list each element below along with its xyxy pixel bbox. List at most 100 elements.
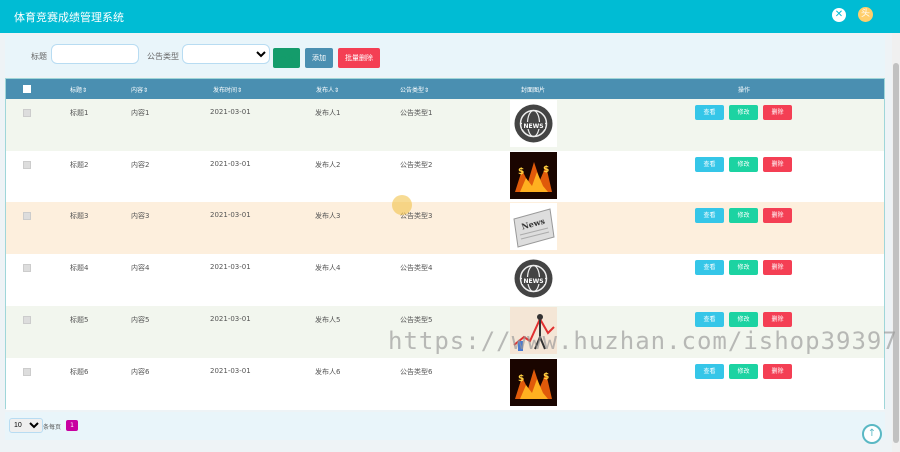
table-row: 标题1 内容1 2021-03-01 发布人1 公告类型1 NEWS 查看 修改… — [6, 99, 884, 151]
fullscreen-icon[interactable]: ✕ — [832, 8, 846, 22]
cell-title: 标题2 — [70, 160, 89, 169]
row-checkbox[interactable] — [23, 109, 31, 117]
cell-publisher: 发布人5 — [315, 315, 341, 324]
select-all-checkbox[interactable] — [23, 85, 31, 93]
cell-time: 2021-03-01 — [210, 366, 251, 375]
cell-title: 标题4 — [70, 264, 89, 273]
arrow-up-circle-icon[interactable]: ↑ — [862, 424, 882, 444]
delete-button[interactable]: 删除 — [763, 363, 792, 379]
add-button[interactable]: 添加 — [305, 48, 333, 68]
table-row: 标题3 内容3 2021-03-01 发布人3 公告类型3 News 查看 修改… — [6, 202, 884, 255]
cell-title: 标题5 — [70, 315, 89, 324]
view-button[interactable]: 查看 — [695, 208, 724, 224]
edit-button[interactable]: 修改 — [729, 156, 758, 172]
cell-publisher: 发布人1 — [315, 109, 341, 117]
header-content[interactable]: 内容⇕ — [131, 85, 148, 94]
top-bar: 体育竞赛成绩管理系统 ✕ 头 — [0, 0, 900, 33]
cell-content: 内容1 — [131, 109, 150, 117]
header-publisher[interactable]: 发布人⇕ — [316, 85, 339, 94]
title-label: 标题 — [31, 52, 47, 61]
cover-image: NEWS — [510, 100, 557, 147]
header-title[interactable]: 标题⇕ — [70, 85, 87, 94]
edit-button[interactable]: 修改 — [729, 208, 758, 224]
cell-title: 标题6 — [70, 367, 89, 376]
row-checkbox[interactable] — [23, 264, 31, 273]
cell-title: 标题1 — [70, 109, 89, 117]
svg-text:$: $ — [518, 167, 524, 177]
svg-text:$: $ — [543, 165, 549, 175]
cell-title: 标题3 — [70, 212, 89, 221]
view-button[interactable]: 查看 — [695, 156, 724, 172]
cell-time: 2021-03-01 — [210, 159, 251, 168]
cell-content: 内容2 — [131, 160, 150, 169]
delete-button[interactable]: 删除 — [763, 156, 792, 172]
scrollbar[interactable] — [892, 33, 900, 452]
cell-content: 内容5 — [131, 315, 150, 324]
search-button[interactable]: 查询 — [273, 48, 300, 68]
cursor-highlight — [392, 195, 412, 215]
row-checkbox[interactable] — [23, 160, 31, 169]
title-input[interactable] — [51, 44, 139, 64]
cell-type: 公告类型6 — [400, 367, 433, 376]
svg-text:$: $ — [518, 374, 524, 384]
type-label: 公告类型 — [147, 52, 179, 61]
cell-publisher: 发布人6 — [315, 367, 341, 376]
header-time[interactable]: 发布时间⇕ — [213, 85, 242, 94]
avatar[interactable]: 头 — [858, 7, 873, 22]
cell-type: 公告类型5 — [400, 315, 433, 324]
app-title: 体育竞赛成绩管理系统 — [14, 11, 124, 24]
cell-type: 公告类型2 — [400, 160, 433, 169]
batch-delete-button[interactable]: 批量删除 — [338, 48, 380, 68]
cover-image: $ $ — [510, 151, 557, 199]
cover-image: NEWS — [510, 255, 557, 303]
cell-content: 内容3 — [131, 212, 150, 221]
edit-button[interactable]: 修改 — [729, 260, 758, 276]
view-button[interactable]: 查看 — [695, 363, 724, 379]
svg-text:NEWS: NEWS — [523, 123, 543, 130]
view-button[interactable]: 查看 — [695, 260, 724, 276]
row-checkbox[interactable] — [23, 367, 31, 376]
cell-type: 公告类型4 — [400, 264, 433, 273]
type-select[interactable] — [182, 44, 270, 64]
scrollbar-thumb[interactable] — [893, 63, 899, 443]
watermark: https://www.huzhan.com/ishop39397 — [388, 327, 898, 355]
row-checkbox[interactable] — [23, 212, 31, 221]
page-size-select[interactable]: 10 — [9, 418, 43, 433]
edit-button[interactable]: 修改 — [729, 363, 758, 379]
cell-content: 内容6 — [131, 367, 150, 376]
page-number[interactable]: 1 — [66, 420, 78, 431]
cell-type: 公告类型1 — [400, 109, 433, 117]
delete-button[interactable]: 删除 — [763, 105, 792, 120]
cover-image: $ $ — [510, 358, 557, 406]
cell-publisher: 发布人2 — [315, 160, 341, 169]
cell-publisher: 发布人3 — [315, 212, 341, 221]
pagination: 10 条每页 1 — [5, 412, 885, 440]
page-size-label: 条每页 — [43, 424, 62, 431]
svg-text:NEWS: NEWS — [523, 278, 543, 285]
table-row: 标题4 内容4 2021-03-01 发布人4 公告类型4 NEWS 查看 修改… — [6, 254, 884, 307]
cell-time: 2021-03-01 — [210, 211, 251, 220]
view-button[interactable]: 查看 — [695, 105, 724, 120]
delete-button[interactable]: 删除 — [763, 311, 792, 327]
delete-button[interactable]: 删除 — [763, 208, 792, 224]
search-bar: 标题 公告类型 查询 添加 批量删除 — [5, 36, 885, 76]
edit-button[interactable]: 修改 — [729, 311, 758, 327]
cell-time: 2021-03-01 — [210, 263, 251, 272]
table-header: 标题⇕ 内容⇕ 发布时间⇕ 发布人⇕ 公告类型⇕ 封面图片 操作 — [6, 79, 884, 99]
cell-publisher: 发布人4 — [315, 264, 341, 273]
svg-text:$: $ — [543, 372, 549, 382]
edit-button[interactable]: 修改 — [729, 105, 758, 120]
header-image: 封面图片 — [521, 87, 546, 94]
row-checkbox[interactable] — [23, 315, 31, 324]
cell-time: 2021-03-01 — [210, 314, 251, 323]
delete-button[interactable]: 删除 — [763, 260, 792, 276]
data-table: 标题⇕ 内容⇕ 发布时间⇕ 发布人⇕ 公告类型⇕ 封面图片 操作 标题1 内容1… — [5, 78, 885, 410]
cell-time: 2021-03-01 — [210, 108, 251, 116]
cover-image: News — [510, 203, 557, 251]
cell-content: 内容4 — [131, 264, 150, 273]
table-row: 标题6 内容6 2021-03-01 发布人6 公告类型6 $ $ 查看 修改 删… — [6, 357, 884, 410]
header-actions: 操作 — [738, 87, 751, 94]
header-type[interactable]: 公告类型⇕ — [400, 85, 429, 94]
table-row: 标题2 内容2 2021-03-01 发布人2 公告类型2 $ $ 查看 修改 删… — [6, 150, 884, 203]
view-button[interactable]: 查看 — [695, 311, 724, 327]
